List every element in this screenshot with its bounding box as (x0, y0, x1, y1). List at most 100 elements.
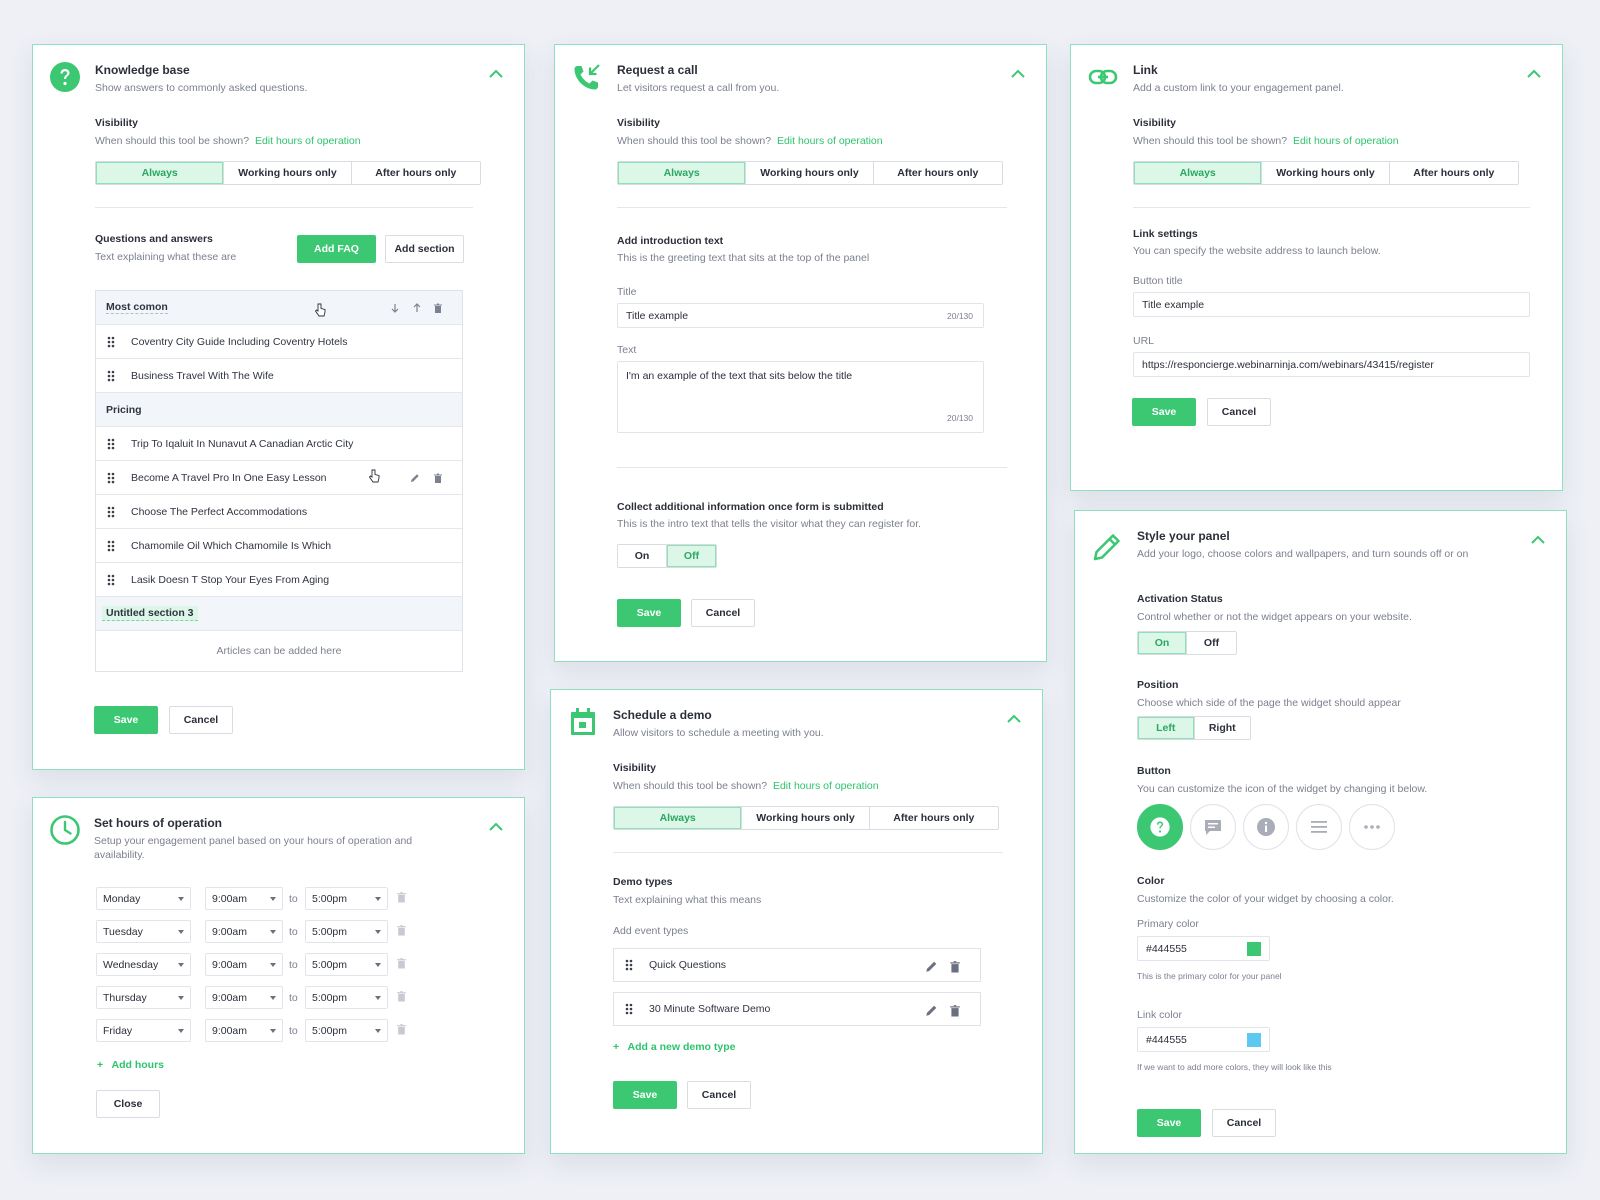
trash-icon[interactable] (396, 957, 407, 969)
faq-item[interactable]: Become A Travel Pro In One Easy Lesson (96, 461, 462, 495)
save-button[interactable]: Save (617, 599, 681, 627)
visibility-working-hours[interactable]: Working hours only (224, 162, 352, 184)
add-demo-type-link[interactable]: + Add a new demo type (613, 1041, 735, 1053)
link-color-swatch[interactable] (1247, 1033, 1261, 1047)
cancel-button[interactable]: Cancel (687, 1081, 751, 1109)
faq-item[interactable]: Lasik Doesn T Stop Your Eyes From Aging (96, 563, 462, 597)
visibility-after-hours[interactable]: After hours only (1390, 162, 1518, 184)
chevron-up-icon[interactable] (488, 822, 504, 832)
to-time-select[interactable]: 5:00pm (305, 1019, 388, 1042)
to-time-select[interactable]: 5:00pm (305, 920, 388, 943)
section-row[interactable]: Pricing (96, 393, 462, 427)
to-time-select[interactable]: 5:00pm (305, 986, 388, 1009)
button-title-input[interactable]: Title example (1133, 292, 1530, 317)
cancel-button[interactable]: Cancel (1207, 398, 1271, 426)
drag-handle-icon[interactable] (107, 370, 115, 382)
drag-handle-icon[interactable] (107, 506, 115, 518)
save-button[interactable]: Save (613, 1081, 677, 1109)
faq-item[interactable]: Chamomile Oil Which Chamomile Is Which (96, 529, 462, 563)
widget-icon-option-menu[interactable] (1296, 804, 1342, 850)
from-time-select[interactable]: 9:00am (205, 1019, 283, 1042)
save-button[interactable]: Save (1132, 398, 1196, 426)
add-hours-link[interactable]: + Add hours (97, 1059, 164, 1071)
widget-icon-option-chat[interactable] (1190, 804, 1236, 850)
drag-handle-icon[interactable] (107, 540, 115, 552)
url-input[interactable]: https://responcierge.webinarninja.com/we… (1133, 352, 1530, 377)
visibility-after-hours[interactable]: After hours only (874, 162, 1002, 184)
day-select[interactable]: Friday (96, 1019, 191, 1042)
trash-icon[interactable] (396, 990, 407, 1002)
activation-on[interactable]: On (1138, 632, 1187, 654)
to-time-select[interactable]: 5:00pm (305, 953, 388, 976)
edit-hours-link[interactable]: Edit hours of operation (1293, 135, 1399, 147)
demo-type-row[interactable]: 30 Minute Software Demo (613, 992, 981, 1026)
visibility-working-hours[interactable]: Working hours only (1262, 162, 1390, 184)
cancel-button[interactable]: Cancel (691, 599, 755, 627)
section-row[interactable]: Untitled section 3 (96, 597, 462, 631)
chevron-up-icon[interactable] (1530, 535, 1546, 545)
add-section-button[interactable]: Add section (385, 235, 464, 263)
section-row[interactable]: Most comon (96, 291, 462, 325)
pencil-icon[interactable] (410, 473, 420, 483)
toggle-on[interactable]: On (618, 545, 667, 567)
widget-icon-option-more[interactable] (1349, 804, 1395, 850)
add-faq-button[interactable]: Add FAQ (297, 235, 376, 263)
title-input[interactable]: Title example 20/130 (617, 303, 984, 328)
drag-handle-icon[interactable] (107, 336, 115, 348)
trash-icon[interactable] (949, 1004, 961, 1017)
visibility-after-hours[interactable]: After hours only (352, 162, 480, 184)
toggle-off[interactable]: Off (667, 545, 716, 567)
visibility-always[interactable]: Always (614, 807, 743, 829)
pencil-icon[interactable] (925, 1004, 938, 1017)
demo-type-row[interactable]: Quick Questions (613, 948, 981, 982)
day-select[interactable]: Wednesday (96, 953, 191, 976)
from-time-select[interactable]: 9:00am (205, 887, 283, 910)
visibility-always[interactable]: Always (618, 162, 747, 184)
faq-item[interactable]: Business Travel With The Wife (96, 359, 462, 393)
primary-color-swatch[interactable] (1247, 942, 1261, 956)
visibility-working-hours[interactable]: Working hours only (742, 807, 870, 829)
day-select[interactable]: Thursday (96, 986, 191, 1009)
from-time-select[interactable]: 9:00am (205, 920, 283, 943)
faq-item[interactable]: Choose The Perfect Accommodations (96, 495, 462, 529)
trash-icon[interactable] (396, 891, 407, 903)
faq-item[interactable]: Trip To Iqaluit In Nunavut A Canadian Ar… (96, 427, 462, 461)
day-select[interactable]: Tuesday (96, 920, 191, 943)
arrow-down-icon[interactable] (390, 303, 400, 313)
edit-hours-link[interactable]: Edit hours of operation (255, 135, 361, 147)
drag-handle-icon[interactable] (107, 574, 115, 586)
widget-icon-option-help[interactable] (1137, 804, 1183, 850)
cancel-button[interactable]: Cancel (169, 706, 233, 734)
drag-handle-icon[interactable] (625, 1003, 633, 1015)
save-button[interactable]: Save (94, 706, 158, 734)
widget-icon-option-info[interactable] (1243, 804, 1289, 850)
from-time-select[interactable]: 9:00am (205, 986, 283, 1009)
drag-handle-icon[interactable] (625, 959, 633, 971)
visibility-working-hours[interactable]: Working hours only (746, 162, 874, 184)
trash-icon[interactable] (949, 960, 961, 973)
section-title-editing[interactable]: Untitled section 3 (102, 606, 198, 621)
primary-color-input[interactable]: #444555 (1137, 936, 1270, 961)
visibility-always[interactable]: Always (1134, 162, 1263, 184)
chevron-up-icon[interactable] (1526, 69, 1542, 79)
section-title[interactable]: Most comon (106, 301, 168, 314)
link-color-input[interactable]: #444555 (1137, 1027, 1270, 1052)
close-button[interactable]: Close (96, 1090, 160, 1118)
save-button[interactable]: Save (1137, 1109, 1201, 1137)
from-time-select[interactable]: 9:00am (205, 953, 283, 976)
trash-icon[interactable] (396, 924, 407, 936)
chevron-up-icon[interactable] (1006, 714, 1022, 724)
section-title[interactable]: Pricing (106, 404, 142, 416)
edit-hours-link[interactable]: Edit hours of operation (777, 135, 883, 147)
chevron-up-icon[interactable] (1010, 69, 1026, 79)
arrow-up-icon[interactable] (412, 303, 422, 313)
day-select[interactable]: Monday (96, 887, 191, 910)
drag-handle-icon[interactable] (107, 472, 115, 484)
to-time-select[interactable]: 5:00pm (305, 887, 388, 910)
text-textarea[interactable]: I'm an example of the text that sits bel… (617, 361, 984, 433)
position-right[interactable]: Right (1195, 717, 1251, 739)
trash-icon[interactable] (396, 1023, 407, 1035)
trash-icon[interactable] (433, 473, 443, 483)
visibility-always[interactable]: Always (96, 162, 225, 184)
visibility-after-hours[interactable]: After hours only (870, 807, 998, 829)
